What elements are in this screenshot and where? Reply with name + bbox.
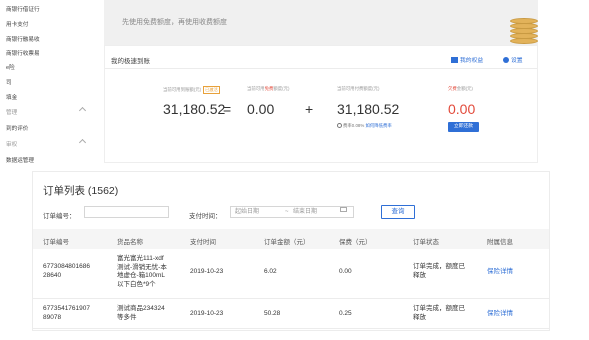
order-no-line: 89078 xyxy=(43,313,62,321)
product-line: 测试商品234324 xyxy=(117,305,165,312)
amount-cell: 6.02 xyxy=(264,268,277,275)
order-no-line: 6773541761907 xyxy=(43,305,90,312)
product-line: 以下白色*9个 xyxy=(117,280,156,288)
unpaid-label-suffix: 金额(元) xyxy=(456,86,473,91)
column-header: 附属信息 xyxy=(487,239,513,246)
order-no-line: 28640 xyxy=(43,271,62,279)
pay-time-cell: 2019-10-23 xyxy=(190,310,224,317)
sidebar-item-jiezhenghang[interactable]: 商银行借证行 xyxy=(6,5,40,13)
my-rights-label: 我的权益 xyxy=(460,58,484,64)
promo-banner: 先使用免费额度，再使用收费额度 xyxy=(104,0,538,45)
sidebar-item-company[interactable]: 司 xyxy=(6,78,12,86)
sidebar-category-auth[interactable]: 审权 xyxy=(6,138,87,148)
order-no-line: 6773084801686 xyxy=(43,263,90,270)
available-amount: 31,180.52 xyxy=(163,101,226,117)
status-line: 释放 xyxy=(413,271,426,279)
sidebar: 商银行借证行 用卡支付 商银行融易收 商银行收票易 e险 司 填金 管理 到的评… xyxy=(0,0,96,165)
column-header: 订单编号 xyxy=(43,239,69,246)
premium-cell: 0.25 xyxy=(339,310,352,317)
product-line: 测试-滑销无忧-本 xyxy=(117,263,167,271)
product-cell: 富光富光111-xdf 测试-滑销无忧-本 地虚仓-箱100mL 以下白色*9个 xyxy=(117,255,167,289)
order-list-panel: 订单列表 (1562) 订单编号： 支付时间： 起始日期 ~ 结束日期 查询 订… xyxy=(32,171,550,331)
sidebar-item-fund[interactable]: 填金 xyxy=(6,93,17,101)
date-range-picker[interactable]: 起始日期 ~ 结束日期 xyxy=(230,206,354,218)
sidebar-item-card-pay[interactable]: 用卡支付 xyxy=(6,20,28,28)
product-line: 地虚仓-箱100mL xyxy=(117,272,166,279)
page-title: 订单列表 (1562) xyxy=(43,185,119,197)
status-line: 订单完成，额度已 xyxy=(413,305,465,312)
free-amount: 0.00 xyxy=(247,101,275,117)
order-no-label: 订单编号： xyxy=(43,213,76,220)
insurance-detail-link[interactable]: 保险详情 xyxy=(487,310,513,319)
lower-fee-link[interactable]: 如何降低费率 xyxy=(365,123,391,128)
product-line: 富光富光111-xdf xyxy=(117,255,164,262)
coins-illustration xyxy=(509,8,539,45)
paid-label: 当前可用付费额度(元) xyxy=(337,86,380,91)
available-label: 当前可用到账额(元) 已激活 xyxy=(163,86,220,94)
paid-amount: 31,180.52 xyxy=(337,101,400,117)
settings-label: 设置 xyxy=(511,58,523,64)
column-header: 支付时间 xyxy=(190,239,216,246)
product-line: 等多件 xyxy=(117,313,137,321)
sidebar-item-data-ops[interactable]: 数据运管理 xyxy=(6,156,34,164)
status-badge: 已激活 xyxy=(203,86,220,94)
settings-link[interactable]: 设置 xyxy=(503,55,523,64)
pay-time-cell: 2019-10-23 xyxy=(190,268,224,275)
table-header: 订单编号 货品名称 支付时间 订单金额（元） 保费（元） 订单状态 附属信息 xyxy=(33,229,549,249)
chevron-up-icon xyxy=(78,106,87,115)
fast-pay-card: 我的极速到账 我的权益 设置 当前可用到账额(元) 已激活 当前可用免费额度(元)… xyxy=(104,45,538,163)
column-header: 保费（元） xyxy=(339,239,372,246)
unpaid-label: 欠费金额(元) xyxy=(448,86,473,92)
product-cell: 测试商品234324 等多件 xyxy=(117,305,165,322)
rights-icon xyxy=(451,57,458,63)
card-title: 我的极速到账 xyxy=(111,58,150,65)
gear-icon xyxy=(503,57,509,63)
order-no-cell: 6773084801686 28640 xyxy=(43,263,90,280)
table-row: 6773541761907 89078 测试商品234324 等多件 2019-… xyxy=(33,299,549,329)
my-rights-link[interactable]: 我的权益 xyxy=(451,55,483,64)
order-no-input[interactable] xyxy=(84,206,169,218)
status-line: 释放 xyxy=(413,313,426,321)
question-icon xyxy=(337,123,342,128)
available-label-text: 当前可用到账额(元) xyxy=(163,87,202,92)
range-separator: ~ xyxy=(285,209,289,215)
column-header: 订单金额（元） xyxy=(264,239,310,246)
amount-cell: 50.28 xyxy=(264,310,281,317)
table-row: 6773084801686 28640 富光富光111-xdf 测试-滑销无忧-… xyxy=(33,249,549,299)
repay-now-button[interactable]: 立即还款 xyxy=(448,122,479,132)
status-cell: 订单完成，额度已 释放 xyxy=(413,305,465,322)
free-label-prefix: 当前可用 xyxy=(247,86,265,91)
free-label-suffix: 额度(元) xyxy=(273,86,290,91)
free-label: 当前可用免费额度(元) xyxy=(247,86,289,92)
premium-cell: 0.00 xyxy=(339,268,352,275)
sidebar-category-label: 审权 xyxy=(6,142,18,148)
fee-rate-text: 费率0.08% xyxy=(343,123,365,128)
sidebar-item-reviews[interactable]: 到的评价 xyxy=(6,124,28,132)
sidebar-category-manage[interactable]: 管理 xyxy=(6,106,87,116)
banner-text: 先使用免费额度，再使用收费额度 xyxy=(122,19,227,26)
chevron-up-icon xyxy=(78,138,87,147)
unpaid-amount: 0.00 xyxy=(448,101,476,117)
query-button[interactable]: 查询 xyxy=(381,205,415,219)
end-date-placeholder: 结束日期 xyxy=(293,209,318,215)
status-cell: 订单完成，额度已 释放 xyxy=(413,263,465,280)
start-date-placeholder: 起始日期 xyxy=(235,209,260,215)
status-line: 订单完成，额度已 xyxy=(413,263,465,270)
divider xyxy=(105,68,537,69)
sidebar-item-shoupiaoyi[interactable]: 商银行收票易 xyxy=(6,49,40,57)
calendar-icon xyxy=(340,207,347,212)
pay-time-label: 支付时间： xyxy=(189,213,222,220)
column-header: 订单状态 xyxy=(413,239,439,246)
sidebar-item-e-insurance[interactable]: e险 xyxy=(6,63,15,71)
insurance-detail-link[interactable]: 保险详情 xyxy=(487,268,513,277)
unpaid-label-highlight: 欠费 xyxy=(448,86,457,91)
sidebar-item-rongyishou[interactable]: 商银行融易收 xyxy=(6,35,40,43)
plus-sign: + xyxy=(305,101,314,117)
sidebar-category-label: 管理 xyxy=(6,110,18,116)
fee-rate-hint: 费率0.08% 如何降低费率 xyxy=(337,123,392,129)
order-no-cell: 6773541761907 89078 xyxy=(43,305,90,322)
equals-sign: = xyxy=(223,101,232,117)
column-header: 货品名称 xyxy=(117,239,143,246)
